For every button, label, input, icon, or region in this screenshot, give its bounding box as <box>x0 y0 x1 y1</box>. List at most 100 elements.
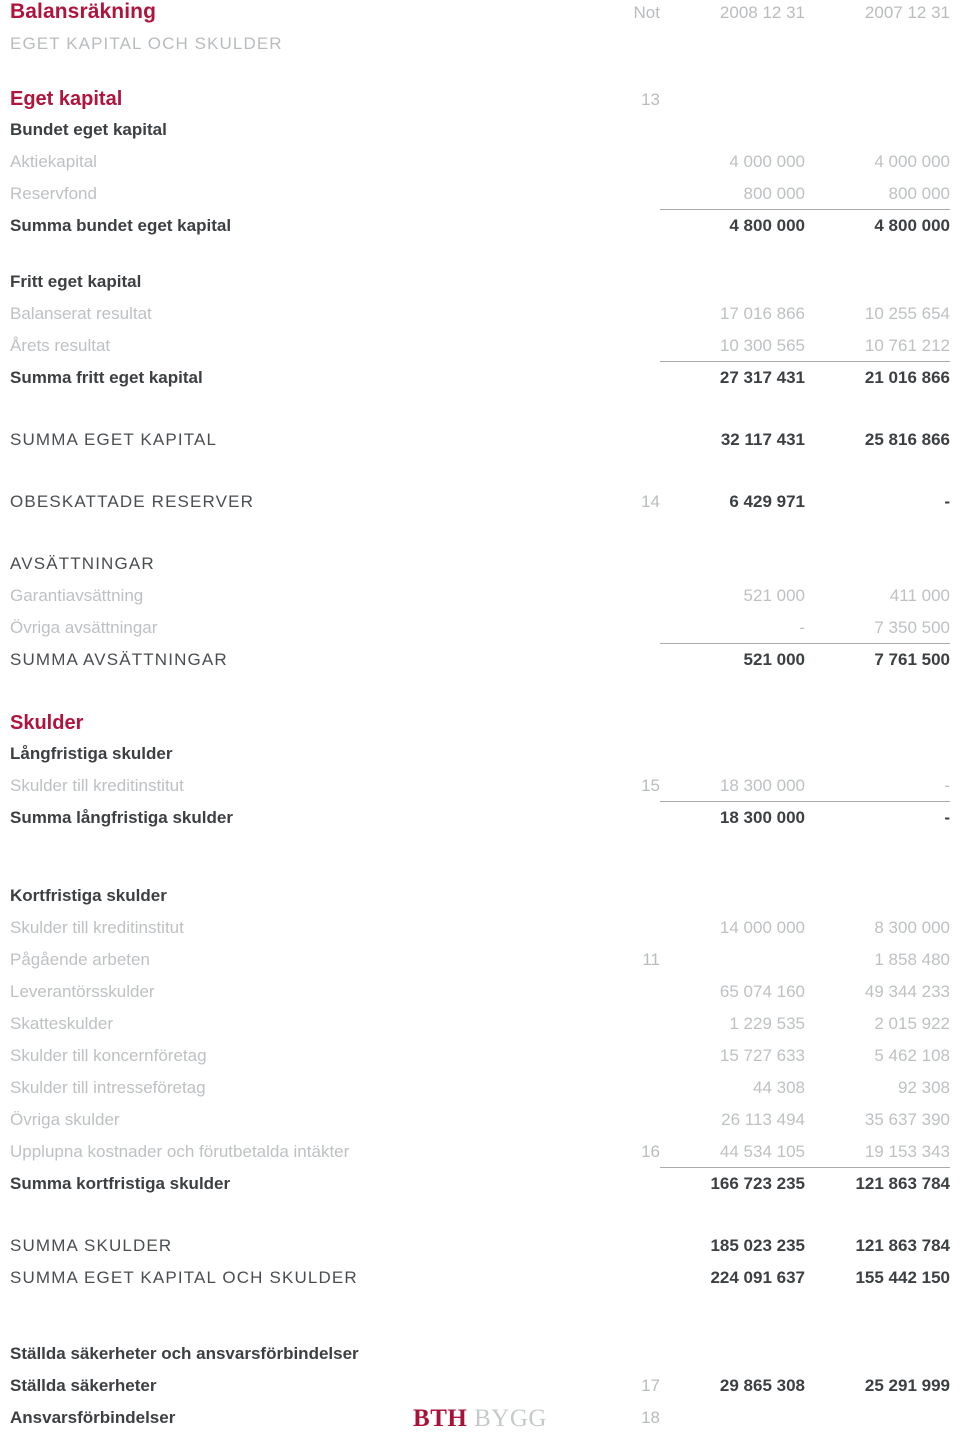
table-row-total: Summa bundet eget kapital 4 800 000 4 80… <box>10 216 950 248</box>
subheading-bundet-eget-kapital: Bundet eget kapital <box>10 120 950 152</box>
row-value-2007: 49 344 233 <box>864 982 950 1001</box>
table-row-total: Summa långfristiga skulder 18 300 000 - <box>10 808 950 840</box>
row-value-2008: 4 800 000 <box>729 216 805 235</box>
row-label: SUMMA SKULDER <box>10 1236 173 1255</box>
row-value-2007: 19 153 343 <box>805 1142 950 1168</box>
row-value-2008: 44 534 105 <box>660 1142 805 1168</box>
row-label: Skulder till koncernföretag <box>10 1046 207 1065</box>
row-value-2007: - <box>805 776 950 802</box>
table-row: Skulder till koncernföretag 15 727 633 5… <box>10 1046 950 1078</box>
row-value-2008: - <box>660 618 805 644</box>
row-value-2007: 800 000 <box>805 184 950 210</box>
table-row: Upplupna kostnader och förutbetalda intä… <box>10 1142 950 1174</box>
row-value-2007: 10 761 212 <box>805 336 950 362</box>
row-label: Summa långfristiga skulder <box>10 808 233 827</box>
subsection-title: Långfristiga skulder <box>10 744 173 763</box>
row-label: Balanserat resultat <box>10 304 152 323</box>
row-value-2007: 155 442 150 <box>855 1268 950 1287</box>
table-row-total: Summa kortfristiga skulder 166 723 235 1… <box>10 1174 950 1206</box>
row-value-2008: 14 000 000 <box>719 918 805 937</box>
table-row: Leverantörsskulder 65 074 160 49 344 233 <box>10 982 950 1014</box>
row-label: Övriga skulder <box>10 1110 120 1129</box>
section-heading-skulder: Skulder <box>10 712 950 744</box>
row-label: Reservfond <box>10 184 97 203</box>
row-label: Pågående arbeten <box>10 950 150 969</box>
table-row: Balanserat resultat 17 016 866 10 255 65… <box>10 304 950 336</box>
section-heading-avsattningar: AVSÄTTNINGAR <box>10 554 950 586</box>
section-note: 13 <box>641 90 660 109</box>
row-label: Upplupna kostnader och förutbetalda intä… <box>10 1142 350 1161</box>
logo-bygg-text: BYGG <box>474 1405 547 1432</box>
table-row: Årets resultat 10 300 565 10 761 212 <box>10 336 950 368</box>
subheading-langfristiga-skulder: Långfristiga skulder <box>10 744 950 776</box>
row-value-2007: 92 308 <box>898 1078 950 1097</box>
row-value-2007: 121 863 784 <box>855 1174 950 1193</box>
row-note: 17 <box>641 1376 660 1395</box>
row-value-2007: 121 863 784 <box>855 1236 950 1255</box>
row-value-2008: 800 000 <box>660 184 805 210</box>
table-row: Skatteskulder 1 229 535 2 015 922 <box>10 1014 950 1046</box>
table-row: Ställda säkerheter 17 29 865 308 25 291 … <box>10 1376 950 1408</box>
row-value-2008: 18 300 000 <box>719 808 805 827</box>
row-value-2007: 1 858 480 <box>874 950 950 969</box>
row-value-2007: 25 291 999 <box>864 1376 950 1395</box>
row-value-2007: 5 462 108 <box>874 1046 950 1065</box>
row-value-2008: 15 727 633 <box>719 1046 805 1065</box>
row-value-2007: 4 000 000 <box>874 152 950 171</box>
table-row-summa-skulder: SUMMA SKULDER 185 023 235 121 863 784 <box>10 1236 950 1268</box>
row-value-2007: - <box>944 808 950 827</box>
document-subtitle: EGET KAPITAL OCH SKULDER <box>10 34 283 53</box>
row-label: Årets resultat <box>10 336 111 355</box>
row-value-2008: 6 429 971 <box>729 492 805 511</box>
row-value-2007: 10 255 654 <box>864 304 950 323</box>
table-row: Reservfond 800 000 800 000 <box>10 184 950 216</box>
column-header-note: Not <box>633 3 660 22</box>
row-value-2008: 26 113 494 <box>721 1110 805 1129</box>
row-value-2008: 17 016 866 <box>719 304 805 323</box>
section-heading-eget-kapital: Eget kapital 13 <box>10 88 950 120</box>
row-label: Ställda säkerheter <box>10 1376 157 1395</box>
row-value-2007: 7 761 500 <box>874 650 950 669</box>
subsection-title: Ställda säkerheter och ansvarsförbindels… <box>10 1344 359 1363</box>
table-row-summa-eget-kapital-och-skulder: SUMMA EGET KAPITAL OCH SKULDER 224 091 6… <box>10 1268 950 1300</box>
row-value-2008: 27 317 431 <box>719 368 805 387</box>
table-row: Övriga skulder 26 113 494 35 637 390 <box>10 1110 950 1142</box>
row-value-2008: 29 865 308 <box>719 1376 805 1395</box>
subsection-title: Bundet eget kapital <box>10 120 167 139</box>
row-label: Aktiekapital <box>10 152 97 171</box>
section-title: Eget kapital <box>10 88 123 110</box>
row-note: 16 <box>641 1142 660 1161</box>
row-value-2007: 8 300 000 <box>874 918 950 937</box>
row-label: Skulder till intresseföretag <box>10 1078 206 1097</box>
row-label: SUMMA AVSÄTTNINGAR <box>10 650 228 669</box>
row-label: SUMMA EGET KAPITAL OCH SKULDER <box>10 1268 358 1287</box>
row-label: OBESKATTADE RESERVER <box>10 492 255 511</box>
row-value-2008: 224 091 637 <box>710 1268 805 1287</box>
row-value-2008: 185 023 235 <box>710 1236 805 1255</box>
table-row: Garantiavsättning 521 000 411 000 <box>10 586 950 618</box>
table-row-total: SUMMA AVSÄTTNINGAR 521 000 7 761 500 <box>10 650 950 682</box>
row-label: Skulder till kreditinstitut <box>10 918 184 937</box>
row-value-2008: 18 300 000 <box>660 776 805 802</box>
row-label: Summa kortfristiga skulder <box>10 1174 231 1193</box>
row-label: Övriga avsättningar <box>10 618 158 637</box>
document-header: Balansräkning Not 2008 12 31 2007 12 31 <box>10 0 950 30</box>
row-value-2008: 65 074 160 <box>719 982 805 1001</box>
table-row-total: Summa fritt eget kapital 27 317 431 21 0… <box>10 368 950 400</box>
table-row: Skulder till intresseföretag 44 308 92 3… <box>10 1078 950 1110</box>
balance-sheet-page: Balansräkning Not 2008 12 31 2007 12 31 … <box>0 0 960 1447</box>
row-value-2007: - <box>944 492 950 511</box>
subsection-title: Fritt eget kapital <box>10 272 142 291</box>
logo-bth-text: BTH <box>413 1405 468 1432</box>
row-value-2007: 411 000 <box>889 586 950 605</box>
table-row: Skulder till kreditinstitut 15 18 300 00… <box>10 776 950 808</box>
section-title: AVSÄTTNINGAR <box>10 554 155 573</box>
table-row: Aktiekapital 4 000 000 4 000 000 <box>10 152 950 184</box>
row-label: Leverantörsskulder <box>10 982 155 1001</box>
row-value-2008: 10 300 565 <box>660 336 805 362</box>
row-label: Skulder till kreditinstitut <box>10 776 184 795</box>
row-note: 11 <box>642 950 660 969</box>
row-value-2007: 25 816 866 <box>864 430 950 449</box>
column-header-2007: 2007 12 31 <box>864 3 950 22</box>
subheading-stallda-sakerheter: Ställda säkerheter och ansvarsförbindels… <box>10 1344 950 1376</box>
